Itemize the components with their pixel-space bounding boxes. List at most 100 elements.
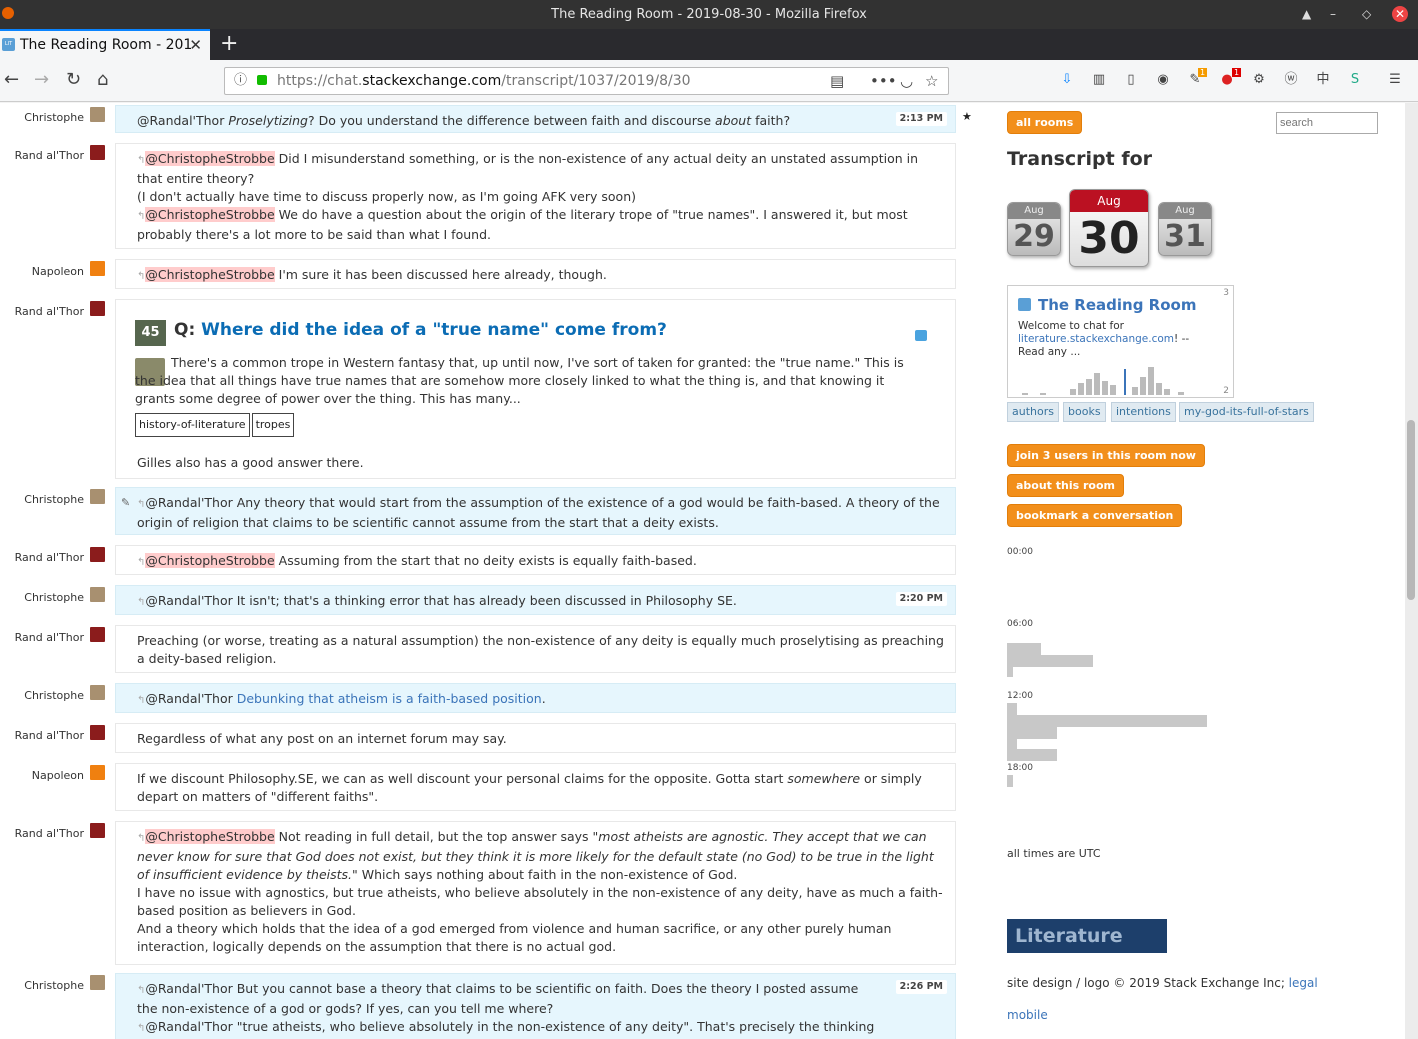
username[interactable]: Napoleon [0, 769, 84, 782]
message-content: ↰@ChristopheStrobbe I'm sure it has been… [115, 259, 956, 289]
username[interactable]: Rand al'Thor [0, 305, 84, 318]
timestamp[interactable]: 2:26 PM [895, 980, 947, 994]
edit-icon[interactable]: ✎ [121, 494, 130, 512]
avatar[interactable] [90, 627, 105, 642]
avatar[interactable] [90, 685, 105, 700]
hour-activity-bar[interactable] [1007, 739, 1017, 749]
back-button[interactable]: ← [4, 70, 19, 90]
home-button[interactable]: ⌂ [97, 70, 108, 90]
tab-reading-room[interactable]: LIT The Reading Room - 201 ✕ [0, 29, 210, 60]
username[interactable]: Christophe [0, 979, 84, 992]
url-domain: stackexchange.com [362, 73, 502, 89]
literature-beta-logo[interactable]: Literature beta [1007, 919, 1167, 981]
minimize-icon[interactable]: – [1330, 0, 1336, 29]
avatar[interactable] [90, 725, 105, 740]
mention[interactable]: @ChristopheStrobbe [145, 829, 275, 844]
hour-activity-bar[interactable] [1007, 655, 1093, 667]
mention[interactable]: @ChristopheStrobbe [145, 207, 275, 222]
username[interactable]: Christophe [0, 689, 84, 702]
room-tag[interactable]: authors [1007, 402, 1059, 422]
mention[interactable]: @ChristopheStrobbe [145, 553, 275, 568]
forward-button[interactable]: → [34, 70, 49, 90]
close-window-icon[interactable]: ✕ [1392, 6, 1408, 22]
username[interactable]: Christophe [0, 111, 84, 124]
avatar[interactable] [90, 547, 105, 562]
legal-link[interactable]: legal [1289, 976, 1318, 990]
keep-above-icon[interactable]: ▲ [1302, 0, 1311, 29]
avatar[interactable] [90, 489, 105, 504]
message: Napoleon ↰@ChristopheStrobbe I'm sure it… [0, 257, 960, 291]
page-actions-icon[interactable]: ••• [870, 68, 897, 94]
settings-extension-icon[interactable]: ⚙ [1250, 71, 1268, 89]
hour-activity-bar[interactable] [1007, 667, 1013, 677]
message-content: If we discount Philosophy.SE, we can as … [115, 763, 956, 811]
star-icon[interactable]: ★ [962, 110, 972, 123]
username[interactable]: Christophe [0, 493, 84, 506]
timestamp[interactable]: 2:13 PM [895, 112, 947, 126]
tab-close-icon[interactable]: ✕ [189, 31, 202, 59]
tag[interactable]: history-of-literature [135, 413, 250, 437]
menu-icon[interactable]: ☰ [1386, 71, 1404, 89]
avatar[interactable] [90, 823, 105, 838]
username[interactable]: Napoleon [0, 265, 84, 278]
username[interactable]: Rand al'Thor [0, 631, 84, 644]
timestamp[interactable]: 2:20 PM [895, 592, 947, 606]
room-card[interactable]: The Reading Room 3 Welcome to chat for l… [1007, 285, 1234, 398]
all-rooms-button[interactable]: all rooms [1007, 111, 1083, 134]
pocket-icon[interactable]: ◡ [900, 68, 913, 94]
hour-activity-bar[interactable] [1007, 703, 1017, 715]
mention[interactable]: @ChristopheStrobbe [145, 151, 275, 166]
room-tag[interactable]: books [1063, 402, 1106, 422]
reload-button[interactable]: ↻ [66, 70, 81, 90]
prev-day-button[interactable]: Aug 29 [1007, 202, 1061, 256]
library-icon[interactable]: ▥ [1090, 71, 1108, 89]
join-room-button[interactable]: join 3 users in this room now [1007, 444, 1205, 467]
avatar[interactable] [90, 261, 105, 276]
avatar[interactable] [90, 765, 105, 780]
account-icon[interactable]: ◉ [1154, 71, 1172, 89]
avatar[interactable] [90, 301, 105, 316]
hour-activity-bar[interactable] [1007, 749, 1057, 761]
avatar[interactable] [90, 107, 105, 122]
mention[interactable]: @ChristopheStrobbe [145, 267, 275, 282]
hour-activity-bar[interactable] [1007, 775, 1013, 787]
restore-icon[interactable]: ◇ [1362, 0, 1371, 29]
username[interactable]: Rand al'Thor [0, 149, 84, 162]
site-info-icon[interactable]: ⓘ [234, 68, 247, 94]
bookmark-conversation-button[interactable]: bookmark a conversation [1007, 504, 1183, 527]
sidebar-icon[interactable]: ▯ [1122, 71, 1140, 89]
about-room-button[interactable]: about this room [1007, 474, 1125, 497]
url-bar[interactable]: ⓘ https://chat.stackexchange.com/transcr… [224, 67, 949, 95]
message-link[interactable]: Debunking that atheism is a faith-based … [237, 691, 542, 706]
translate-icon[interactable]: 中 [1314, 71, 1332, 89]
message-content: ↰@Randal'Thor But you cannot base a theo… [115, 973, 956, 1039]
downloads-icon[interactable]: ⇩ [1058, 71, 1076, 89]
room-tag[interactable]: my-god-its-full-of-stars [1179, 402, 1314, 422]
room-tag[interactable]: intentions [1111, 402, 1176, 422]
username[interactable]: Rand al'Thor [0, 827, 84, 840]
mobile-link[interactable]: mobile [1007, 1008, 1048, 1022]
scrollbar-thumb[interactable] [1407, 420, 1415, 600]
question-title[interactable]: Q: Where did the idea of a "true name" c… [174, 321, 667, 339]
bookmark-star-icon[interactable]: ☆ [925, 68, 938, 94]
s-extension-icon[interactable]: S [1346, 71, 1364, 89]
wikipedia-icon[interactable]: ⓦ [1282, 71, 1300, 89]
username[interactable]: Christophe [0, 591, 84, 604]
reader-view-icon[interactable]: ▤ [830, 68, 844, 94]
avatar[interactable] [90, 145, 105, 160]
hour-label: 06:00 [1007, 619, 1033, 629]
avatar[interactable] [90, 975, 105, 990]
tag[interactable]: tropes [251, 413, 295, 437]
reply-mention[interactable]: @Randal'Thor [137, 113, 228, 128]
next-day-button[interactable]: Aug 31 [1158, 202, 1212, 256]
hour-activity-bar[interactable] [1007, 643, 1041, 655]
hour-activity-bar[interactable] [1007, 715, 1207, 727]
username[interactable]: Rand al'Thor [0, 729, 84, 742]
avatar[interactable] [90, 587, 105, 602]
room-title[interactable]: The Reading Room [1038, 296, 1196, 314]
new-tab-button[interactable]: + [220, 29, 238, 58]
hour-activity-bar[interactable] [1007, 727, 1057, 739]
search-input[interactable] [1276, 112, 1378, 134]
username[interactable]: Rand al'Thor [0, 551, 84, 564]
site-icon [915, 330, 927, 341]
